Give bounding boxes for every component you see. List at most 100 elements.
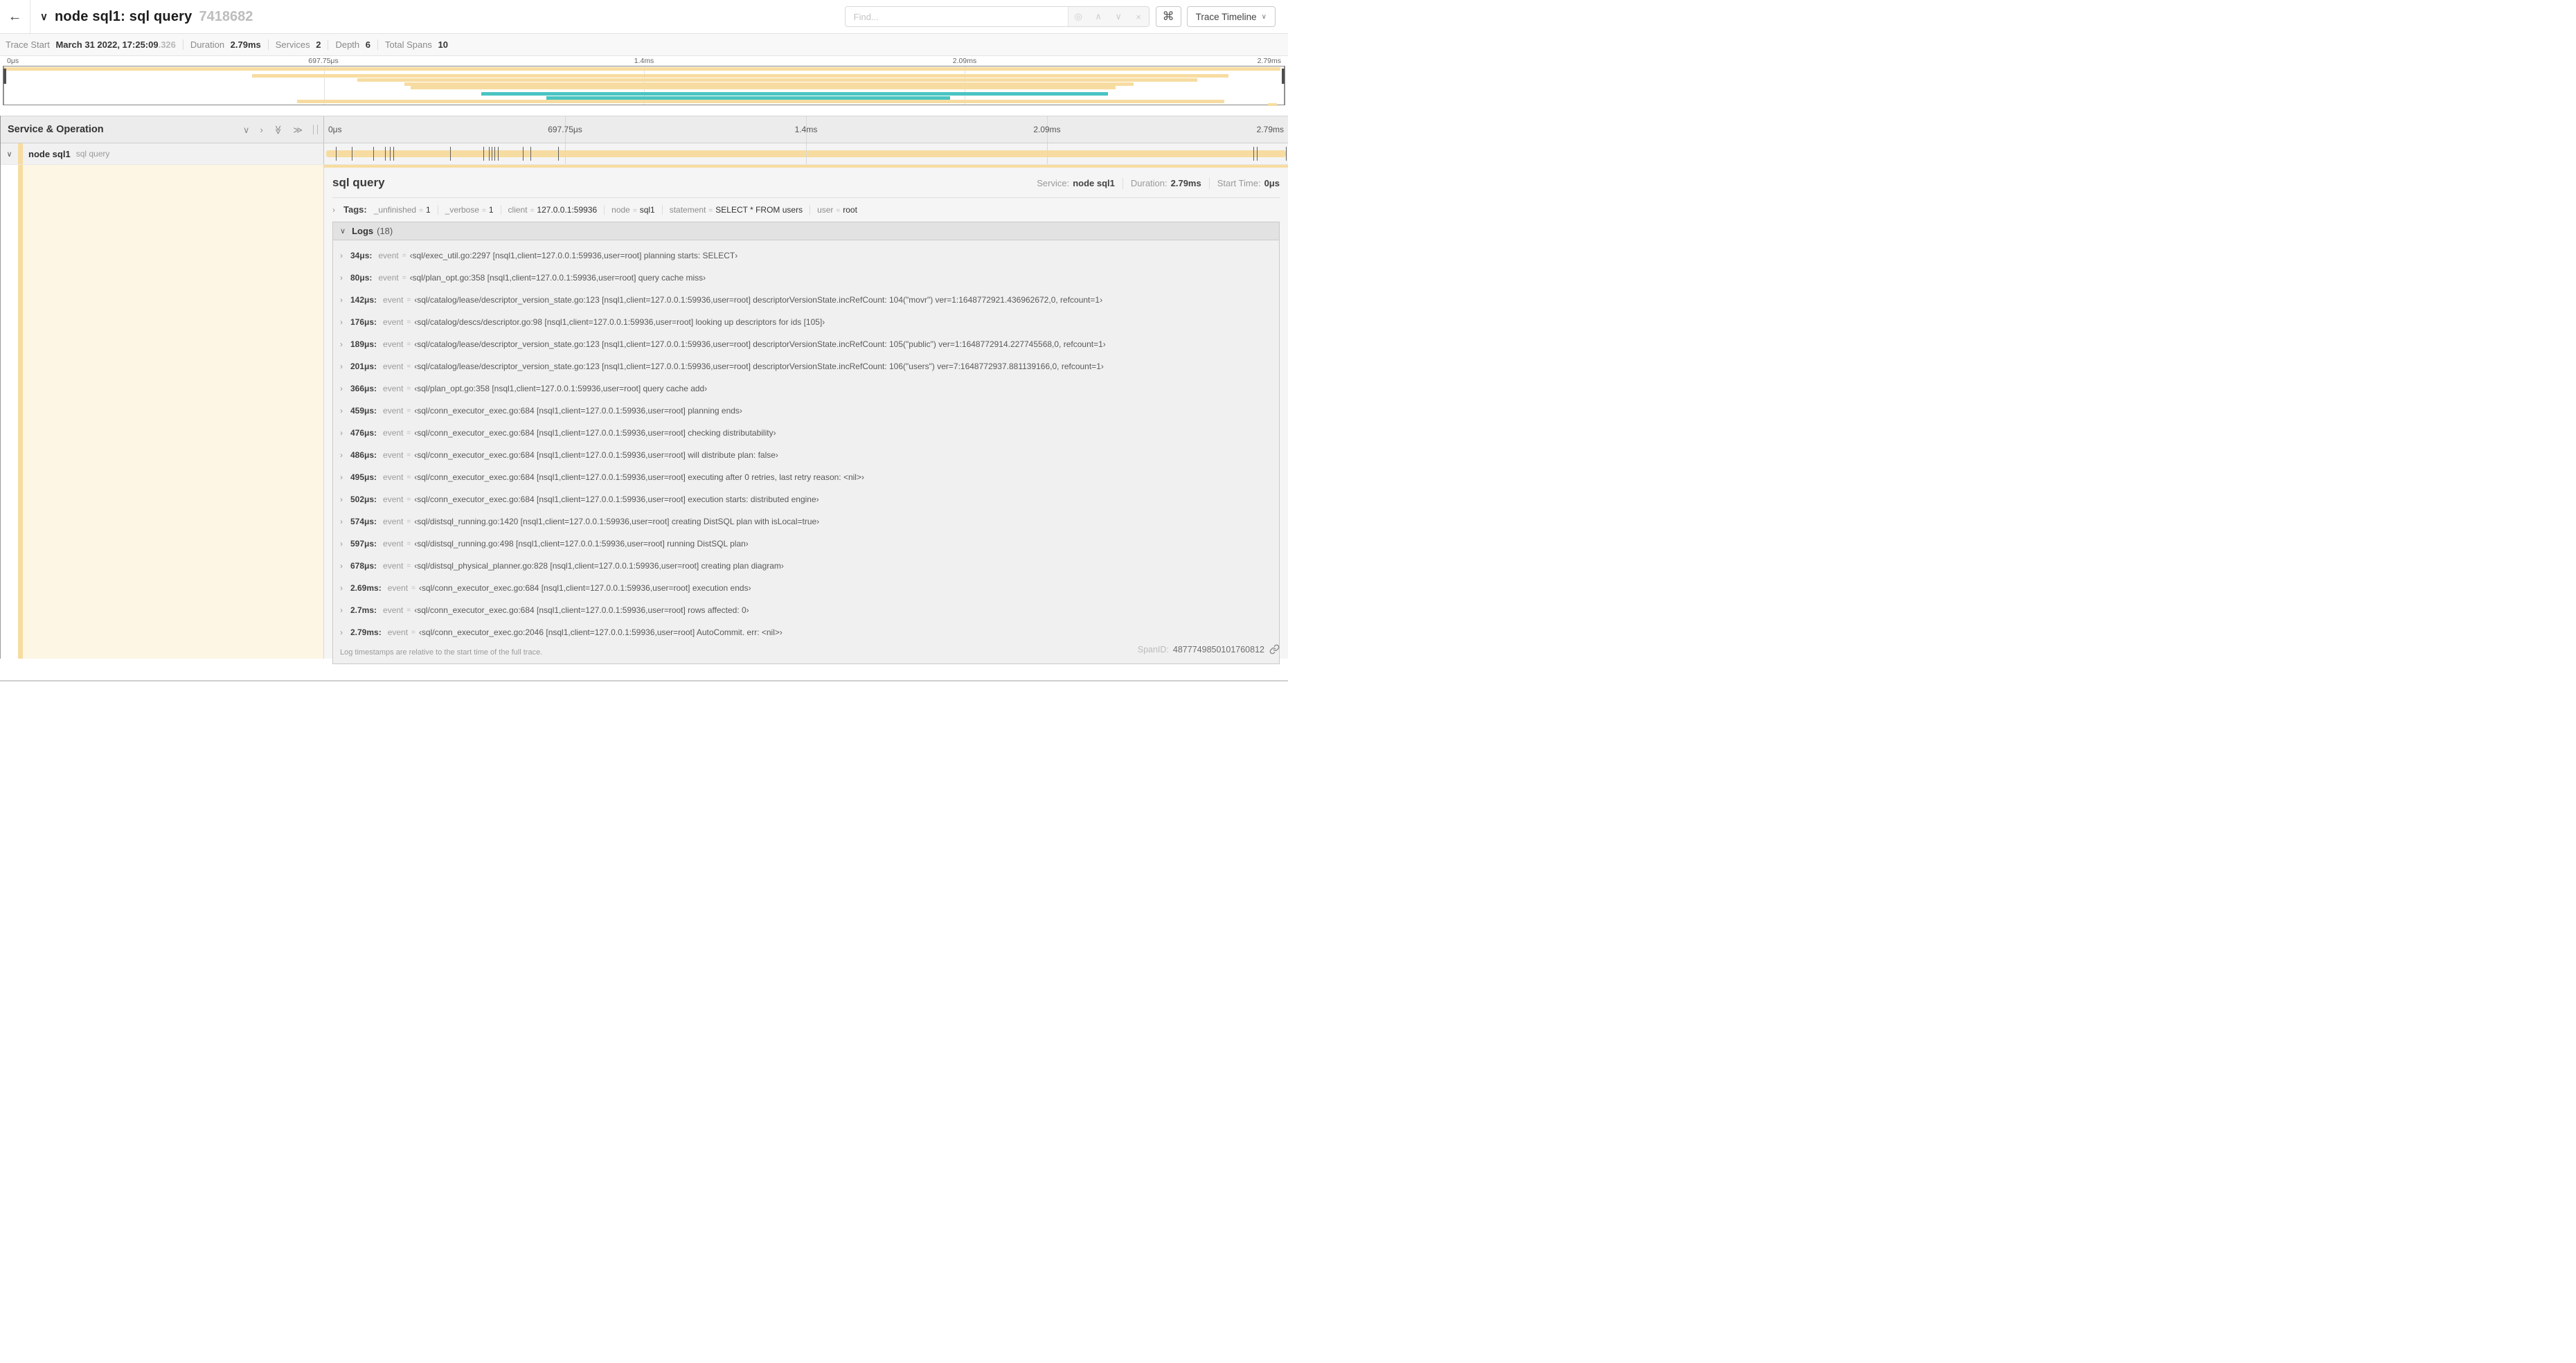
log-event-marker (1286, 147, 1287, 161)
log-field-key: event (383, 428, 404, 438)
trace-view-selector[interactable]: Trace Timeline ∨ (1186, 6, 1276, 27)
log-row[interactable]: › 80μs: event = ‹sql/plan_opt.go:358 [nsql1,… (340, 267, 1272, 289)
log-expander-icon[interactable]: › (340, 295, 350, 305)
tag-value: 127.0.0.1:59936 (537, 204, 598, 215)
log-field-value: ‹sql/conn_executor_exec.go:684 [nsql1,cl… (414, 605, 749, 615)
clear-find-icon[interactable]: × (1129, 12, 1149, 22)
log-expander-icon[interactable]: › (340, 583, 350, 593)
log-equals: = (406, 296, 411, 304)
log-row[interactable]: › 476μs: event = ‹sql/conn_executor_exec.go:… (340, 422, 1272, 444)
minimap-span-bar (411, 86, 1116, 89)
span-expander-icon[interactable]: ∨ (1, 150, 18, 159)
detail-title-row: sql query Service: node sql1 Duration: 2.79… (332, 165, 1280, 190)
collapse-trace-icon[interactable]: ∨ (40, 10, 48, 23)
view-selector-label: Trace Timeline (1195, 11, 1257, 22)
logs-header[interactable]: ∨ Logs (18) (333, 222, 1279, 240)
log-expander-icon[interactable]: › (340, 317, 350, 327)
log-field-value: ‹sql/catalog/lease/descriptor_version_st… (414, 339, 1106, 349)
find-box: ◎ ∧ ∨ × (844, 6, 1150, 27)
tags-expander-icon[interactable]: › (332, 205, 343, 215)
log-expander-icon[interactable]: › (340, 472, 350, 482)
log-row[interactable]: › 2.69ms: event = ‹sql/conn_executor_exec.go… (340, 577, 1272, 599)
timeline-tick-label: 0μs (328, 125, 342, 134)
deep-link-icon[interactable] (1269, 644, 1280, 654)
minimap-tick-label: 2.09ms (952, 57, 977, 65)
minimap-canvas[interactable] (3, 66, 1285, 106)
log-row[interactable]: › 2.79ms: event = ‹sql/conn_executor_exec.go… (340, 621, 1272, 643)
log-expander-icon[interactable]: › (340, 428, 350, 438)
log-field-value: ‹sql/distsql_running.go:1420 [nsql1,clie… (414, 517, 820, 526)
log-expander-icon[interactable]: › (340, 605, 350, 615)
log-event-marker (384, 147, 386, 161)
locate-icon[interactable]: ◎ (1068, 11, 1089, 22)
span-service-name: node sql1 (28, 148, 71, 159)
minimap-tick-label: 697.75μs (308, 57, 339, 65)
timeline-gridline (1047, 143, 1048, 164)
find-input[interactable] (845, 7, 1068, 26)
column-resizer[interactable] (313, 125, 318, 134)
log-row[interactable]: › 495μs: event = ‹sql/conn_executor_exec.go:… (340, 466, 1272, 488)
tag-equals: = (482, 206, 486, 215)
tag-item: node = sql1 (611, 205, 655, 215)
log-expander-icon[interactable]: › (340, 339, 350, 349)
logs-label: Logs (352, 226, 374, 236)
service-operation-header: Service & Operation ∨ › ≫ ≫ (1, 116, 324, 143)
log-row[interactable]: › 2.7ms: event = ‹sql/conn_executor_exec.go:… (340, 599, 1272, 621)
log-row[interactable]: › 678μs: event = ‹sql/distsql_physical_plann… (340, 555, 1272, 577)
log-row[interactable]: › 459μs: event = ‹sql/conn_executor_exec.go:… (340, 400, 1272, 422)
log-expander-icon[interactable]: › (340, 384, 350, 393)
minimap-span-bar (296, 100, 1225, 103)
log-expander-icon[interactable]: › (340, 251, 350, 260)
log-timestamp: 142μs: (350, 295, 377, 305)
log-timestamp: 574μs: (350, 517, 377, 526)
log-row[interactable]: › 142μs: event = ‹sql/catalog/lease/descript… (340, 289, 1272, 311)
log-expander-icon[interactable]: › (340, 450, 350, 460)
tags-label: Tags: (343, 204, 367, 215)
log-row[interactable]: › 176μs: event = ‹sql/catalog/descs/descript… (340, 311, 1272, 333)
log-field-key: event (383, 295, 404, 305)
log-equals: = (402, 274, 406, 282)
detail-meta-label: Start Time: (1217, 178, 1261, 188)
log-row[interactable]: › 201μs: event = ‹sql/catalog/lease/descript… (340, 355, 1272, 377)
minimap-right-scrubber[interactable] (1282, 69, 1285, 84)
log-event-marker (393, 147, 395, 161)
expand-all-icon[interactable]: ≫ (293, 125, 303, 134)
back-button[interactable]: ← (0, 0, 30, 33)
log-expander-icon[interactable]: › (340, 517, 350, 526)
log-timestamp: 678μs: (350, 561, 377, 571)
collapse-one-icon[interactable]: ∨ (243, 125, 250, 134)
log-field-key: event (378, 273, 399, 283)
log-row[interactable]: › 574μs: event = ‹sql/distsql_running.go:142… (340, 510, 1272, 533)
log-expander-icon[interactable]: › (340, 362, 350, 371)
minimap-tick-label: 1.4ms (634, 57, 654, 65)
log-expander-icon[interactable]: › (340, 539, 350, 549)
log-row[interactable]: › 486μs: event = ‹sql/conn_executor_exec.go:… (340, 444, 1272, 466)
tag-key: _verbose (445, 204, 480, 215)
collapse-all-icon[interactable]: ≫ (273, 125, 283, 134)
next-result-icon[interactable]: ∨ (1109, 11, 1129, 22)
log-field-value: ‹sql/catalog/descs/descriptor.go:98 [nsq… (414, 317, 825, 327)
log-row[interactable]: › 597μs: event = ‹sql/distsql_running.go:498… (340, 533, 1272, 555)
log-row[interactable]: › 34μs: event = ‹sql/exec_util.go:2297 [nsql… (340, 244, 1272, 267)
timeline-header-row: Service & Operation ∨ › ≫ ≫ 0μs 697.75μs 1… (1, 116, 1288, 143)
log-row[interactable]: › 502μs: event = ‹sql/conn_executor_exec.go:… (340, 488, 1272, 510)
log-expander-icon[interactable]: › (340, 561, 350, 571)
prev-result-icon[interactable]: ∧ (1089, 11, 1109, 22)
log-expander-icon[interactable]: › (340, 273, 350, 283)
log-equals: = (406, 540, 411, 548)
tags-row[interactable]: › Tags: _unfinished = 1 _verbose = 1 client = 12… (332, 198, 1280, 220)
minimap-left-scrubber[interactable] (3, 69, 6, 84)
tag-key: node (611, 204, 630, 215)
log-row[interactable]: › 366μs: event = ‹sql/plan_opt.go:358 [nsql1… (340, 377, 1272, 400)
tag-equals: = (708, 206, 713, 215)
keyboard-shortcuts-button[interactable]: ⌘ (1155, 6, 1181, 27)
log-expander-icon[interactable]: › (340, 495, 350, 504)
log-row[interactable]: › 189μs: event = ‹sql/catalog/lease/descript… (340, 333, 1272, 355)
log-expander-icon[interactable]: › (340, 627, 350, 637)
span-row[interactable]: ∨ node sql1 sql query (1, 143, 1288, 165)
expand-one-icon[interactable]: › (260, 125, 262, 134)
summary-item-label: Depth (335, 39, 362, 50)
log-field-key: event (383, 384, 404, 393)
log-expander-icon[interactable]: › (340, 406, 350, 416)
tag-item: _verbose = 1 (445, 205, 494, 215)
